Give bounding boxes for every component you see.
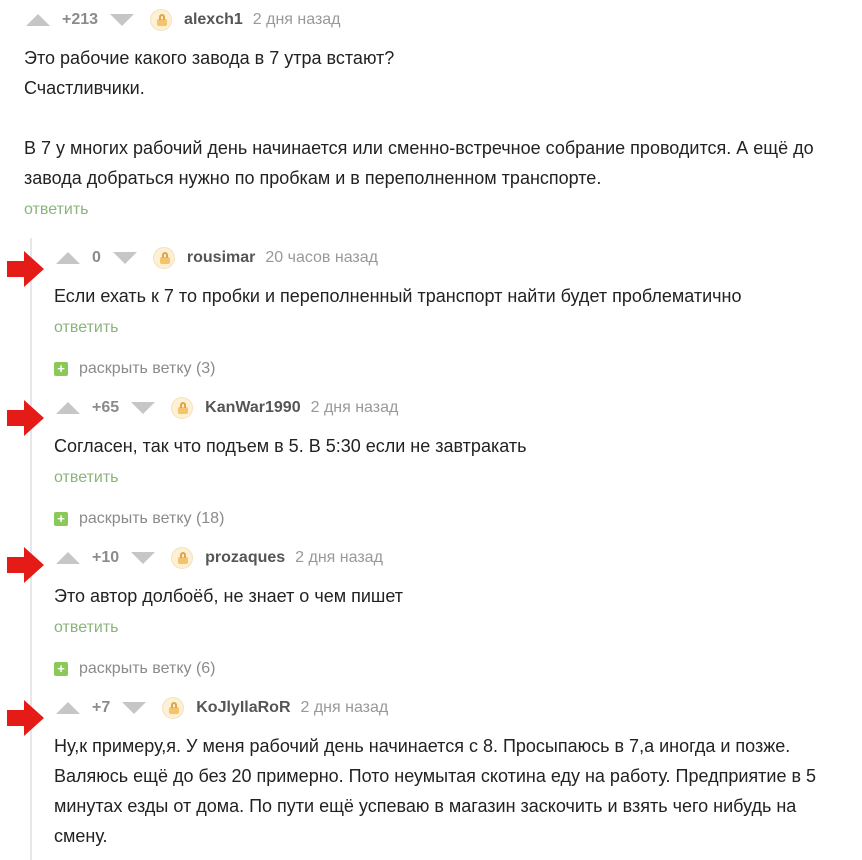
comment-header: 0 rousimar 20 часов назад [56, 246, 378, 270]
comment-header: +65 KanWar1990 2 дня назад [56, 396, 398, 420]
avatar-icon[interactable] [150, 9, 173, 31]
comment-line: Если ехать к 7 то пробки и переполненный… [54, 286, 742, 306]
comment-author[interactable]: prozaques [205, 549, 285, 567]
avatar-icon[interactable] [152, 247, 175, 269]
comment-rating: +213 [62, 11, 99, 28]
comment-text: Это автор долбоёб, не знает о чем пишет [54, 581, 403, 611]
reply-link[interactable]: ответить [24, 201, 89, 219]
comment-text: Ну,к примеру,я. У меня рабочий день начи… [54, 731, 816, 851]
vote-down-icon[interactable] [131, 402, 156, 414]
red-arrow-icon [7, 251, 44, 287]
comment-author[interactable]: KanWar1990 [205, 399, 300, 417]
comment-rating: +65 [92, 399, 120, 416]
reply-link[interactable]: ответить [54, 469, 119, 487]
expand-thread-label: раскрыть ветку (18) [79, 510, 225, 527]
expand-thread-button[interactable]: + раскрыть ветку (18) [54, 509, 224, 529]
comment-header: +213 alexch1 2 дня назад [26, 8, 341, 32]
comment-rating: +10 [92, 549, 120, 566]
comment-line: Валяюсь ещё до без 20 примерно. Пото неу… [54, 766, 817, 786]
comment-blank-line [24, 103, 814, 133]
vote-down-icon[interactable] [112, 252, 137, 264]
comment-time[interactable]: 2 дня назад [295, 549, 383, 567]
reply-link[interactable]: ответить [54, 619, 119, 637]
comment-text: Если ехать к 7 то пробки и переполненный… [54, 281, 742, 311]
reply-link[interactable]: ответить [54, 319, 119, 337]
plus-icon: + [54, 512, 68, 526]
comment-line: Это рабочие какого завода в 7 утра встаю… [24, 48, 395, 68]
comment-time[interactable]: 2 дня назад [311, 399, 399, 417]
comment-line: Согласен, так что подъем в 5. В 5:30 есл… [54, 436, 527, 456]
vote-up-icon[interactable] [56, 402, 80, 414]
expand-thread-button[interactable]: + раскрыть ветку (3) [54, 359, 216, 379]
comment-rating: 0 [92, 249, 101, 266]
red-arrow-icon [7, 700, 44, 736]
comment-line: В 7 у многих рабочий день начинается или… [24, 138, 814, 158]
vote-down-icon[interactable] [131, 552, 156, 564]
comment-author[interactable]: KoJlyIlaRoR [196, 699, 290, 717]
comment-line: завода добраться нужно по пробкам и в пе… [24, 168, 602, 188]
comment-line: Это автор долбоёб, не знает о чем пишет [54, 586, 403, 606]
comment-line: Ну,к примеру,я. У меня рабочий день начи… [54, 736, 791, 756]
comment-author[interactable]: alexch1 [184, 11, 243, 29]
plus-icon: + [54, 662, 68, 676]
comment-line: смену. [54, 826, 108, 846]
comment-time[interactable]: 20 часов назад [265, 249, 378, 267]
vote-down-icon[interactable] [122, 702, 147, 714]
expand-thread-label: раскрыть ветку (3) [79, 360, 216, 377]
avatar-icon[interactable] [162, 697, 185, 719]
comment-header: +7 KoJlyIlaRoR 2 дня назад [56, 696, 388, 720]
comment-time[interactable]: 2 дня назад [253, 11, 341, 29]
vote-down-icon[interactable] [110, 14, 135, 26]
comment-author[interactable]: rousimar [187, 249, 255, 267]
comment-rating: +7 [92, 699, 111, 716]
comment-time[interactable]: 2 дня назад [301, 699, 389, 717]
avatar-icon[interactable] [171, 397, 194, 419]
comment-text: Согласен, так что подъем в 5. В 5:30 есл… [54, 431, 526, 461]
plus-icon: + [54, 362, 68, 376]
red-arrow-icon [7, 547, 44, 583]
expand-thread-label: раскрыть ветку (6) [79, 660, 216, 677]
comment-header: +10 prozaques 2 дня назад [56, 546, 383, 570]
avatar-icon[interactable] [171, 547, 194, 569]
vote-up-icon[interactable] [26, 14, 50, 26]
vote-up-icon[interactable] [56, 252, 80, 264]
vote-up-icon[interactable] [56, 702, 80, 714]
comment-line: Счастливчики. [24, 78, 145, 98]
expand-thread-button[interactable]: + раскрыть ветку (6) [54, 659, 216, 679]
comment-text: Это рабочие какого завода в 7 утра встаю… [24, 43, 814, 193]
comment-line: минутах езды от дома. По пути ещё успева… [54, 796, 797, 816]
red-arrow-icon [7, 400, 44, 436]
vote-up-icon[interactable] [56, 552, 80, 564]
